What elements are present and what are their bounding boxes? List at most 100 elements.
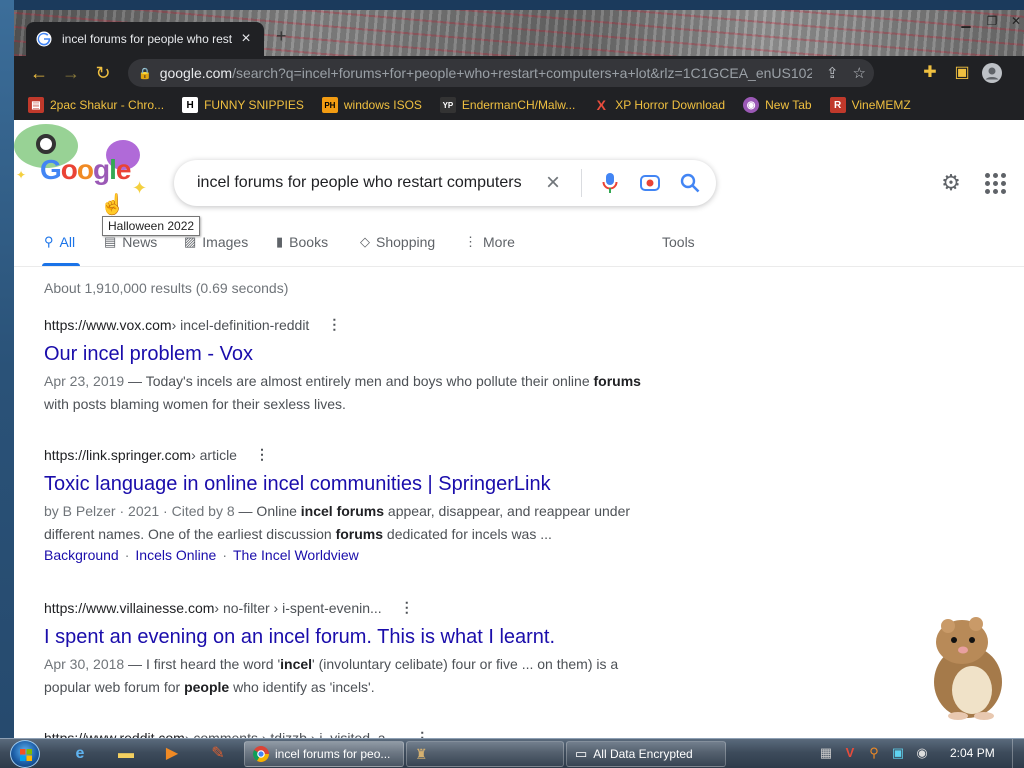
lock-icon: 🔒 [138, 67, 152, 80]
search-result: https://www.villainesse.com › no-filter … [44, 599, 664, 699]
tab-close-icon[interactable]: × [238, 30, 254, 48]
share-icon[interactable]: ⇪ [826, 64, 839, 82]
search-result: https://link.springer.com › article ⋮ To… [44, 446, 664, 563]
address-bar[interactable]: 🔒 google.com/search?q=incel+forums+for+p… [128, 59, 874, 87]
result-cite[interactable]: https://www.vox.com › incel-definition-r… [44, 316, 664, 333]
hamster-desktop-pet[interactable] [918, 612, 1010, 722]
r-logo-icon: R [829, 97, 846, 113]
tray-monitor-icon[interactable]: ▣ [890, 745, 906, 761]
profile-avatar-icon[interactable] [982, 63, 1002, 83]
search-box[interactable]: incel forums for people who restart comp… [174, 160, 716, 206]
bookmark-item[interactable]: X XP Horror Download [593, 97, 726, 113]
close-window-button[interactable]: ✕ [1008, 14, 1024, 28]
bookmark-item[interactable]: R VineMEMZ [829, 97, 911, 113]
sparkle-icon: ✦ [132, 178, 148, 198]
tray-network-icon[interactable]: ▦ [818, 745, 834, 761]
settings-gear-icon[interactable]: ⚙ [938, 170, 964, 196]
system-clock[interactable]: 2:04 PM [950, 746, 995, 760]
paint-icon[interactable]: ✎ [206, 743, 230, 765]
document-icon: ▤ [28, 97, 44, 113]
google-favicon-icon [36, 31, 52, 47]
book-icon: ▮ [276, 234, 284, 249]
result-title-link[interactable]: I spent an evening on an incel forum. Th… [44, 624, 664, 650]
result-menu-icon[interactable]: ⋮ [400, 599, 414, 616]
result-snippet: Apr 30, 2018 — I first heard the word 'i… [44, 656, 619, 695]
sitelink[interactable]: Background [44, 547, 119, 563]
tab-more[interactable]: ⋮ More [464, 234, 515, 250]
result-cite[interactable]: https://www.reddit.com › comments › tdjz… [44, 729, 664, 738]
bookmark-item[interactable]: YP EndermanCH/Malw... [439, 97, 575, 113]
search-result: https://www.vox.com › incel-definition-r… [44, 316, 664, 416]
tools-button[interactable]: Tools [662, 234, 695, 250]
taskbar-task-app[interactable]: ♜ [406, 741, 564, 767]
tag-icon: ◇ [360, 234, 370, 249]
bookmark-item[interactable]: ▤ 2pac Shakur - Chro... [28, 97, 164, 113]
browser-window: incel forums for people who rest × + ▁ ❐… [14, 10, 1024, 738]
tab-shopping[interactable]: ◇ Shopping [360, 234, 435, 250]
tab-title: incel forums for people who rest [62, 32, 233, 46]
side-panel-icon[interactable]: ▣ [952, 63, 972, 83]
maximize-button[interactable]: ❐ [984, 14, 1000, 28]
result-stats: About 1,910,000 results (0.69 seconds) [44, 280, 289, 296]
google-apps-grid-icon[interactable] [982, 170, 1008, 196]
globe-icon: ◉ [743, 97, 760, 113]
windows-taskbar: e ▬ ▶ ✎ incel forums for peo... ♜ ▭ All … [0, 738, 1024, 768]
minimize-button[interactable]: ▁ [958, 14, 974, 28]
tab-news[interactable]: ▤ News [104, 234, 157, 250]
file-explorer-icon[interactable]: ▬ [114, 743, 138, 765]
news-icon: ▤ [104, 234, 117, 249]
sitelink[interactable]: The Incel Worldview [233, 547, 359, 563]
google-logo: Google [40, 154, 131, 185]
result-menu-icon[interactable]: ⋮ [415, 729, 429, 738]
internet-explorer-icon[interactable]: e [68, 743, 92, 765]
tab-images[interactable]: ▨ Images [184, 234, 248, 250]
start-button[interactable] [10, 740, 40, 768]
app-icon: ♜ [415, 745, 428, 762]
h-logo-icon: H [182, 97, 199, 113]
browser-tab[interactable]: incel forums for people who rest × [26, 22, 264, 56]
google-doodle[interactable]: Google ✦ ✦ [14, 124, 174, 204]
search-input[interactable]: incel forums for people who restart comp… [197, 174, 525, 192]
result-title-link[interactable]: Our incel problem - Vox [44, 341, 664, 367]
url-text[interactable]: google.com/search?q=incel+forums+for+peo… [160, 65, 812, 81]
search-icon: ⚲ [44, 234, 54, 249]
lens-camera-icon[interactable] [638, 171, 662, 195]
taskbar-task-window[interactable]: ▭ All Data Encrypted [566, 741, 726, 767]
image-icon: ▨ [184, 234, 197, 249]
bookmark-star-icon[interactable]: ☆ [853, 64, 866, 82]
window-icon: ▭ [575, 746, 588, 761]
microphone-icon[interactable] [598, 171, 622, 195]
x-logo-icon: X [596, 97, 606, 113]
media-player-icon[interactable]: ▶ [160, 743, 184, 765]
search-icon[interactable] [678, 171, 702, 195]
forward-button[interactable]: → [60, 62, 82, 84]
tab-books[interactable]: ▮ Books [276, 234, 328, 250]
result-menu-icon[interactable]: ⋮ [255, 446, 269, 463]
sitelink[interactable]: Incels Online [135, 547, 216, 563]
bookmark-item[interactable]: ◉ New Tab [743, 97, 812, 113]
tab-all[interactable]: ⚲ All [44, 234, 75, 250]
new-tab-button[interactable]: + [276, 26, 287, 47]
tab-strip: incel forums for people who rest × + ▁ ❐… [14, 10, 1024, 56]
result-menu-icon[interactable]: ⋮ [327, 316, 341, 333]
search-result: https://www.reddit.com › comments › tdjz… [44, 729, 664, 738]
result-cite[interactable]: https://www.villainesse.com › no-filter … [44, 599, 664, 616]
tray-volume-icon[interactable]: ◉ [914, 745, 930, 761]
result-snippet: by B Pelzer · 2021 · Cited by 8 — Online… [44, 503, 631, 542]
clear-icon[interactable]: × [541, 169, 565, 196]
extensions-puzzle-icon[interactable]: ✚ [920, 63, 940, 83]
search-results-page: Google ✦ ✦ ☝ Halloween 2022 incel forums… [14, 120, 1024, 738]
desktop-background [0, 0, 14, 738]
show-desktop-button[interactable] [1012, 739, 1024, 768]
taskbar-task-chrome[interactable]: incel forums for peo... [244, 741, 404, 767]
reload-button[interactable]: ↻ [92, 62, 114, 84]
result-cite[interactable]: https://link.springer.com › article ⋮ [44, 446, 664, 463]
result-title-link[interactable]: Toxic language in online incel communiti… [44, 471, 664, 497]
tray-v-icon[interactable]: V [842, 745, 858, 761]
tray-search-icon[interactable]: ⚲ [866, 745, 882, 761]
bookmark-item[interactable]: H FUNNY SNIPPIES [182, 97, 304, 113]
result-snippet: Apr 23, 2019 — Today's incels are almost… [44, 373, 641, 412]
back-button[interactable]: ← [28, 62, 50, 84]
bookmark-item[interactable]: PH windows ISOS [321, 97, 422, 113]
bookmarks-bar: ▤ 2pac Shakur - Chro... H FUNNY SNIPPIES… [14, 90, 1024, 120]
